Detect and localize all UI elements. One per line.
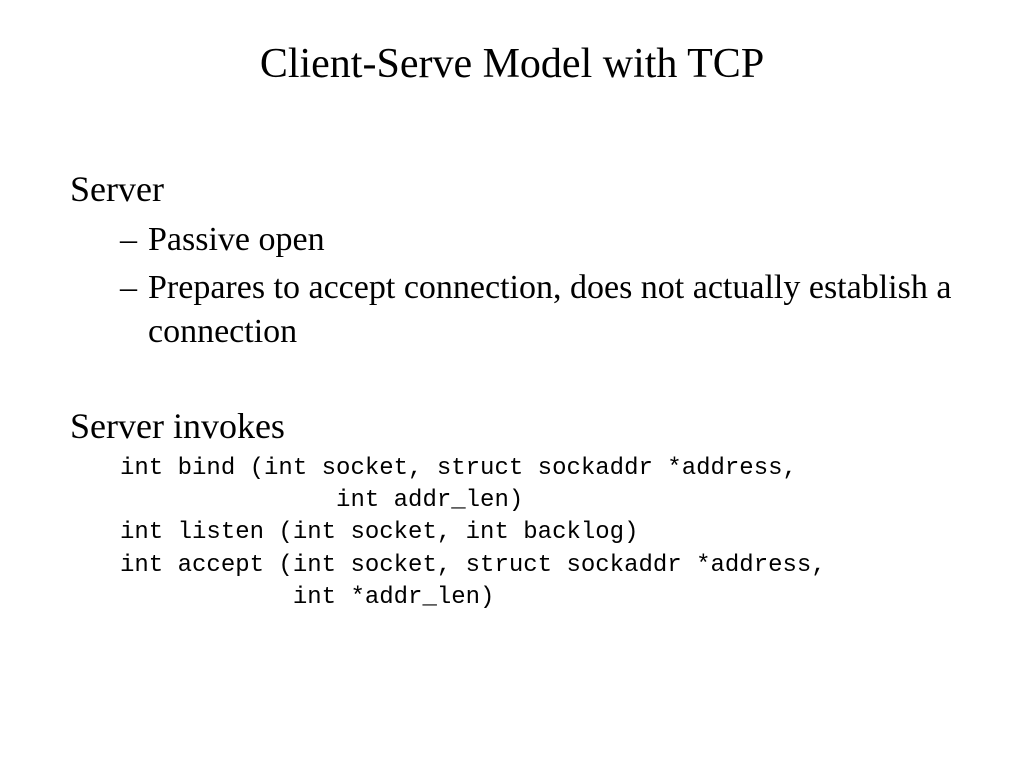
bullet-item: Prepares to accept connection, does not … bbox=[120, 266, 954, 354]
slide-title: Client-Serve Model with TCP bbox=[130, 40, 894, 88]
bullet-item: Passive open bbox=[120, 218, 954, 262]
server-bullets: Passive open Prepares to accept connecti… bbox=[70, 218, 954, 355]
server-invokes-heading: Server invokes bbox=[70, 405, 954, 447]
server-heading: Server bbox=[70, 168, 954, 210]
code-block: int bind (int socket, struct sockaddr *a… bbox=[70, 453, 954, 615]
